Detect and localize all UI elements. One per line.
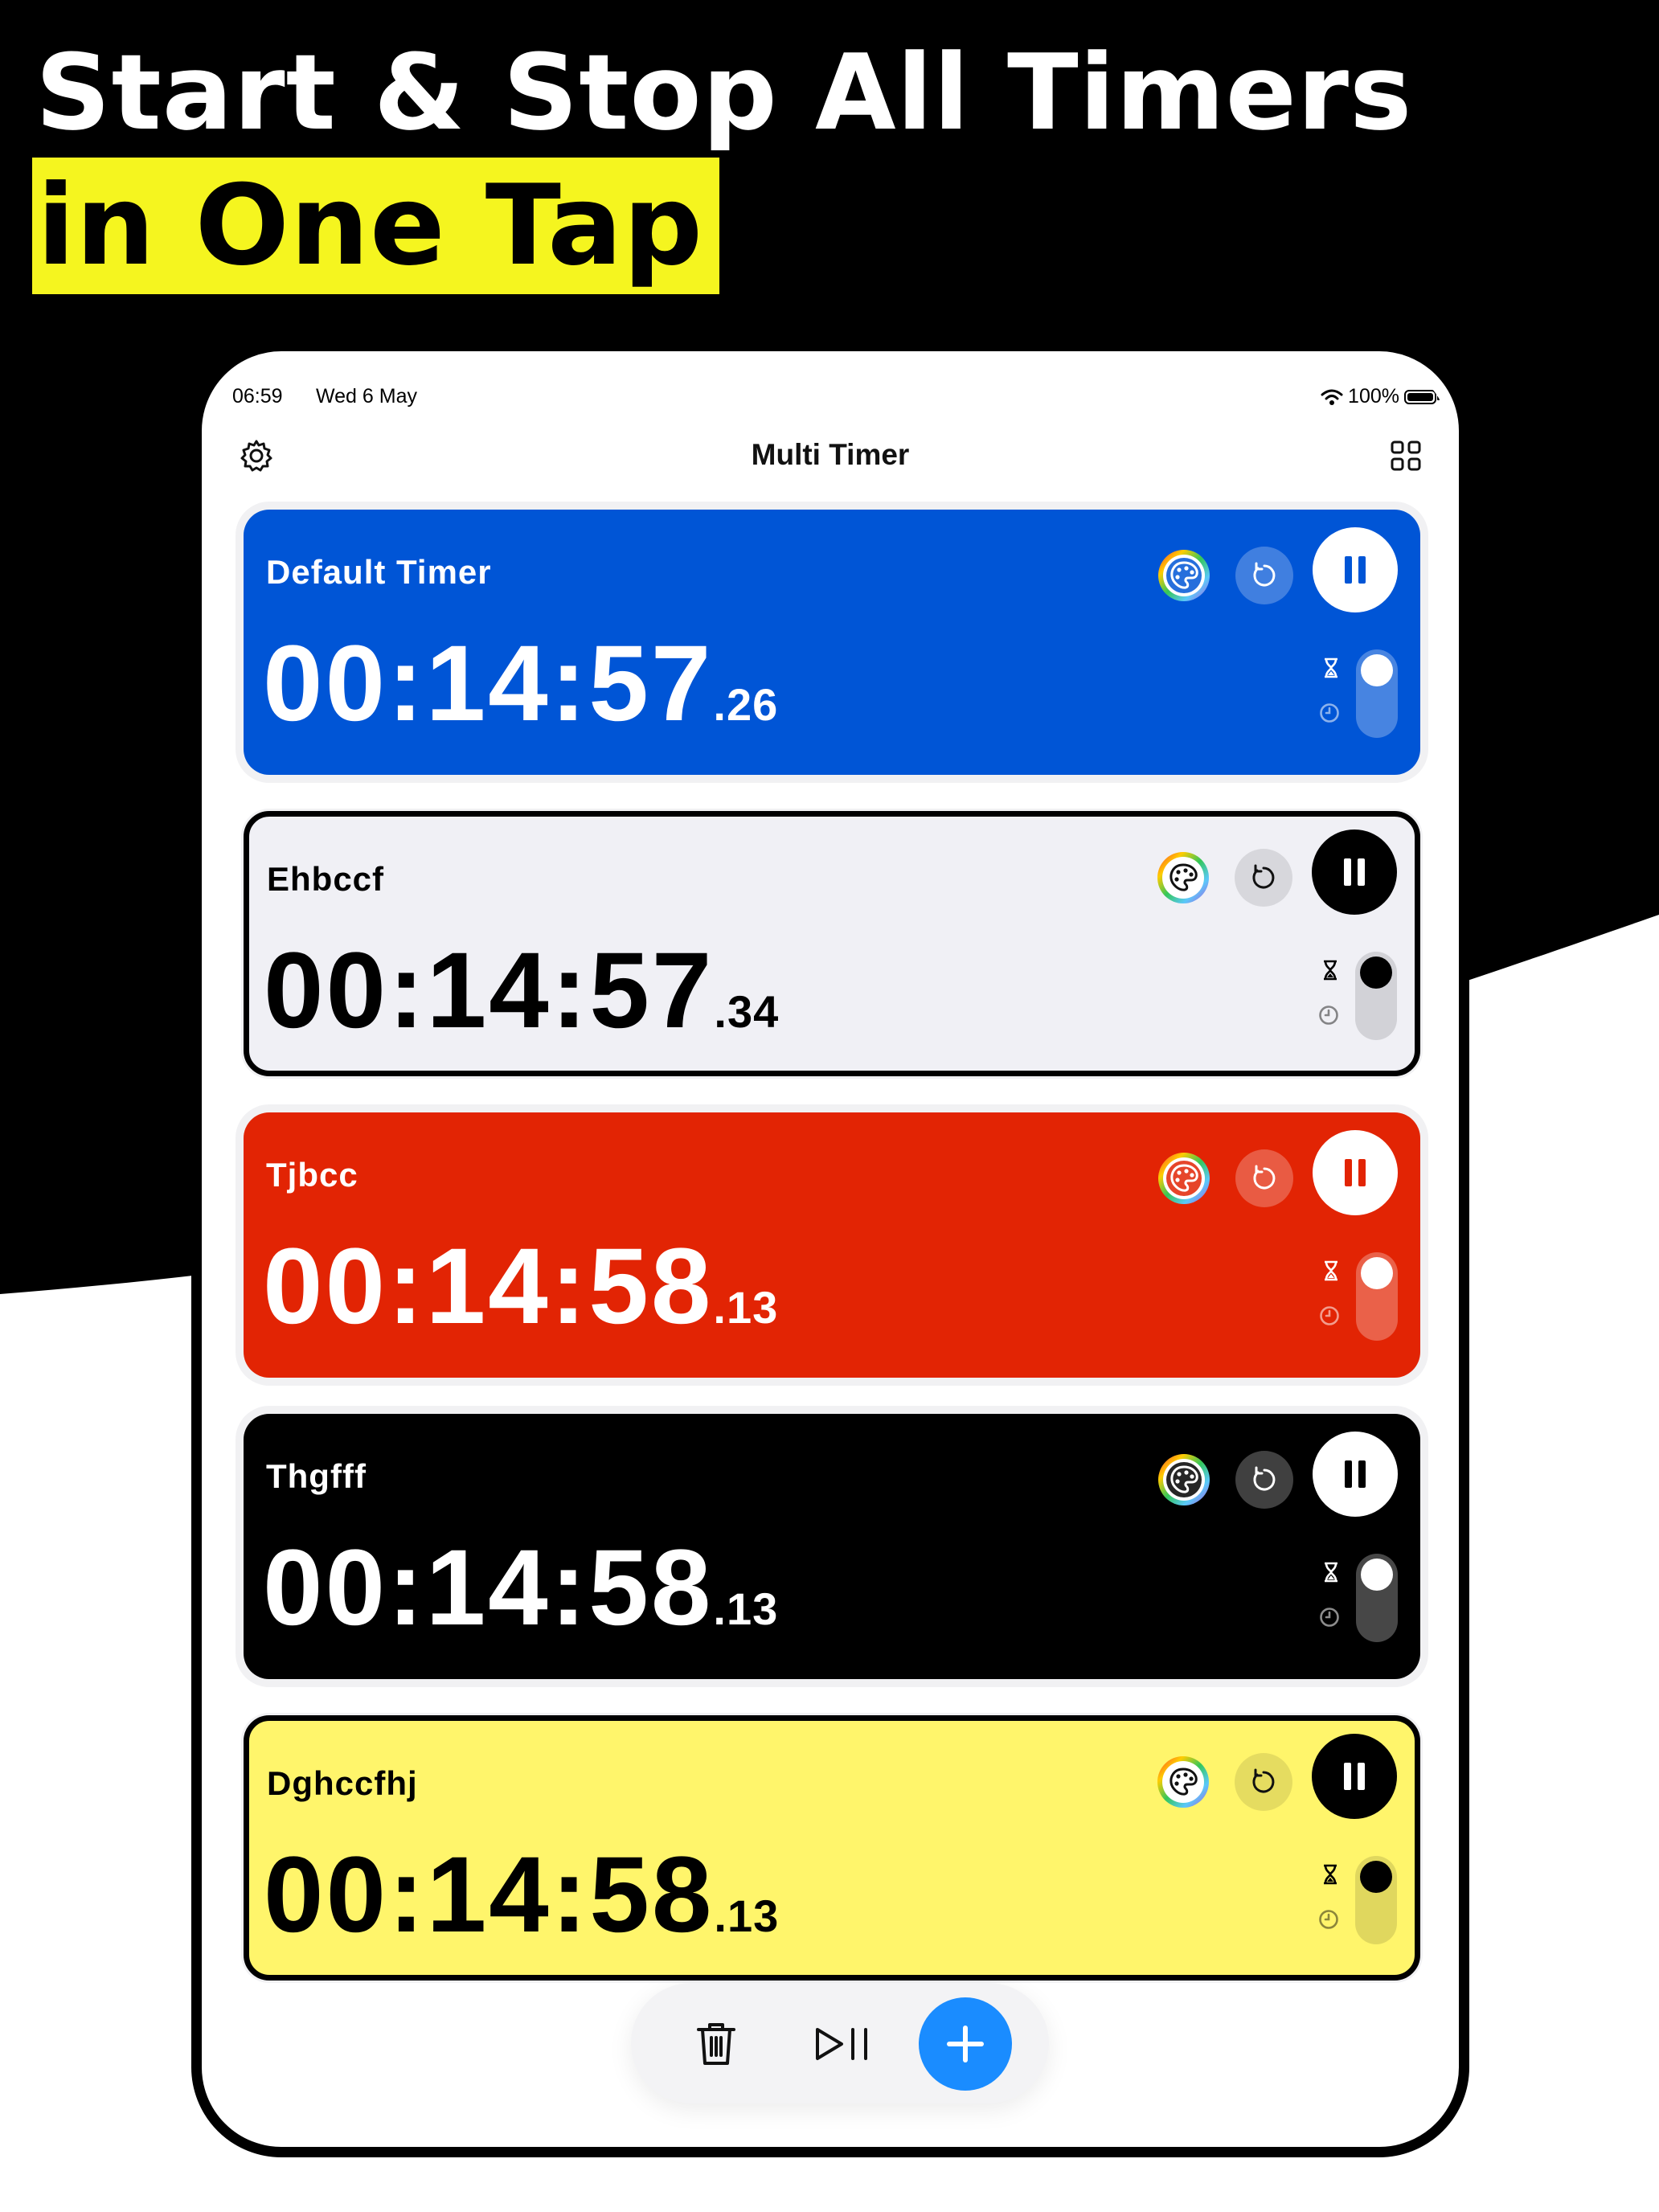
- pause-icon: [1344, 858, 1365, 886]
- bottom-toolbar: [631, 1983, 1049, 2103]
- color-picker-button[interactable]: [1155, 547, 1213, 604]
- reset-icon: [1252, 1768, 1275, 1793]
- timer-name: Ehbccf: [267, 860, 385, 898]
- toggle-knob: [1361, 654, 1393, 686]
- reset-icon: [1253, 1466, 1276, 1491]
- timer-name: Dghccfhj: [267, 1764, 418, 1802]
- headline-line-1: Start & Stop All Timers: [35, 31, 1413, 154]
- timer-card[interactable]: Ehbccf 00:14:57.34: [244, 811, 1420, 1076]
- trash-icon: [697, 2023, 735, 2065]
- hourglass-icon: [1325, 1260, 1337, 1281]
- toggle-knob: [1361, 1559, 1393, 1591]
- hourglass-icon: [1324, 960, 1337, 981]
- hourglass-icon: [1325, 1562, 1337, 1583]
- headline-line-2: in One Tap: [32, 158, 720, 294]
- wifi-icon: [1321, 389, 1343, 405]
- pause-icon: [1345, 1159, 1366, 1186]
- delete-all-button[interactable]: [670, 1997, 763, 2091]
- clock-icon: [1320, 1306, 1339, 1325]
- timer-mode-toggle[interactable]: [1355, 952, 1397, 1040]
- color-picker-button[interactable]: [1154, 1753, 1212, 1811]
- timer-centiseconds: .13: [713, 1583, 779, 1634]
- timer-hms: 00:14:58: [263, 1528, 714, 1648]
- status-time: 06:59: [232, 385, 283, 408]
- timer-display: 00:14:58.13: [263, 1233, 778, 1362]
- tablet-frame: 06:59 Wed 6 May 100% Multi Timer Default…: [191, 341, 1469, 2157]
- timer-card[interactable]: Thgfff 00:14:58.13: [244, 1414, 1420, 1679]
- clock-icon: [1320, 1608, 1339, 1627]
- timer-mode-toggle[interactable]: [1355, 1856, 1397, 1944]
- pause-button[interactable]: [1312, 1734, 1397, 1819]
- reset-icon: [1252, 864, 1275, 889]
- color-picker-button[interactable]: [1154, 849, 1212, 907]
- add-timer-button[interactable]: [919, 1997, 1012, 2091]
- play-pause-icon: [816, 2028, 867, 2060]
- palette-icon: [1158, 550, 1210, 601]
- timer-name: Default Timer: [266, 553, 492, 591]
- palette-icon: [1157, 1756, 1209, 1808]
- timer-display: 00:14:57.34: [264, 937, 779, 1066]
- plus-icon: [947, 2026, 984, 2062]
- page-title: Multi Timer: [751, 438, 910, 471]
- timer-hms: 00:14:58: [263, 1227, 714, 1346]
- timer-centiseconds: .13: [714, 1890, 780, 1941]
- palette-icon: [1157, 852, 1209, 903]
- hourglass-icon: [1325, 657, 1337, 678]
- timer-mode-toggle[interactable]: [1356, 1554, 1398, 1642]
- timer-hms: 00:14:58: [264, 1835, 715, 1955]
- pause-icon: [1345, 1460, 1366, 1488]
- palette-icon: [1158, 1454, 1210, 1505]
- reset-button[interactable]: [1235, 1451, 1293, 1509]
- color-picker-button[interactable]: [1155, 1149, 1213, 1207]
- timer-card[interactable]: Tjbcc 00:14:58.13: [244, 1112, 1420, 1378]
- timer-display: 00:14:58.13: [263, 1534, 778, 1663]
- timer-name: Tjbcc: [266, 1156, 358, 1194]
- status-right: 100%: [1321, 385, 1440, 408]
- pause-button[interactable]: [1312, 830, 1397, 915]
- reset-icon: [1253, 1165, 1276, 1190]
- grid-icon[interactable]: [1390, 440, 1422, 472]
- reset-icon: [1253, 562, 1276, 587]
- color-picker-button[interactable]: [1155, 1451, 1213, 1509]
- reset-button[interactable]: [1235, 1753, 1292, 1811]
- timer-centiseconds: .26: [713, 679, 779, 730]
- timer-hms: 00:14:57: [263, 624, 714, 743]
- palette-icon: [1158, 1153, 1210, 1204]
- timer-card[interactable]: Dghccfhj 00:14:58.13: [244, 1715, 1420, 1981]
- timer-mode-toggle[interactable]: [1356, 649, 1398, 738]
- timer-centiseconds: .34: [714, 986, 780, 1037]
- clock-icon: [1319, 1006, 1338, 1025]
- toggle-knob: [1361, 1257, 1393, 1289]
- play-pause-all-button[interactable]: [797, 1997, 890, 2091]
- timer-hms: 00:14:57: [264, 931, 715, 1051]
- timer-display: 00:14:57.26: [263, 630, 778, 759]
- pause-button[interactable]: [1313, 527, 1398, 612]
- timer-mode-toggle[interactable]: [1356, 1252, 1398, 1341]
- timer-card[interactable]: Default Timer 00:14:57.26: [244, 510, 1420, 775]
- timer-name: Thgfff: [266, 1457, 367, 1495]
- reset-button[interactable]: [1235, 547, 1293, 604]
- pause-icon: [1344, 1763, 1365, 1790]
- battery-icon: [1404, 389, 1440, 404]
- timer-display: 00:14:58.13: [264, 1841, 779, 1970]
- pause-icon: [1345, 556, 1366, 584]
- reset-button[interactable]: [1235, 849, 1292, 907]
- reset-button[interactable]: [1235, 1149, 1293, 1207]
- toggle-knob: [1360, 956, 1392, 989]
- hourglass-icon: [1324, 1864, 1337, 1885]
- timer-centiseconds: .13: [713, 1282, 779, 1333]
- app-screen: 06:59 Wed 6 May 100% Multi Timer Default…: [211, 361, 1449, 2137]
- clock-icon: [1319, 1910, 1338, 1929]
- battery-level: 100%: [1348, 385, 1399, 408]
- pause-button[interactable]: [1313, 1432, 1398, 1517]
- pause-button[interactable]: [1313, 1130, 1398, 1215]
- status-date: Wed 6 May: [316, 385, 417, 408]
- clock-icon: [1320, 703, 1339, 723]
- toggle-knob: [1360, 1861, 1392, 1893]
